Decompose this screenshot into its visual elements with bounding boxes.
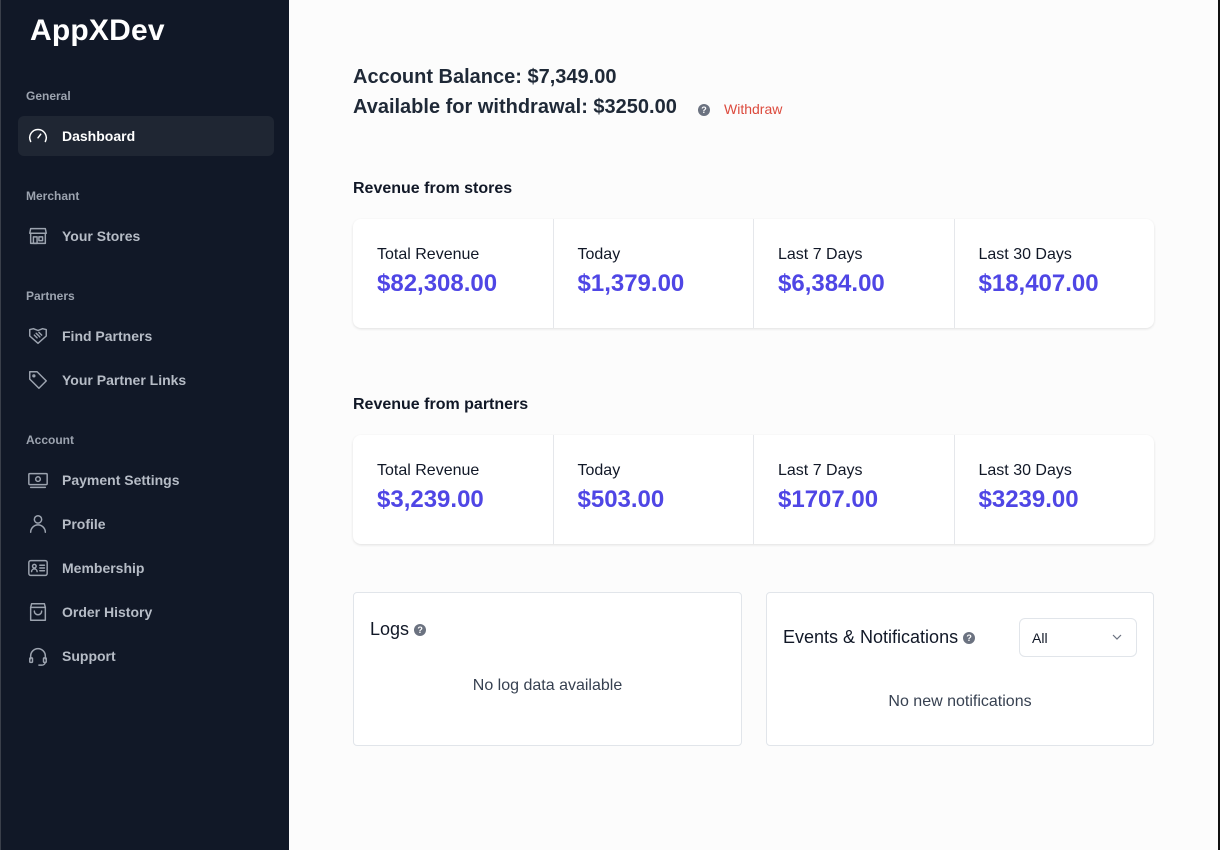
shopping-bag-icon <box>26 600 50 624</box>
stat-value: $503.00 <box>577 486 665 513</box>
sidebar-item-label: Support <box>62 648 116 664</box>
events-empty-message: No new notifications <box>888 693 1032 710</box>
sidebar-item-order-history[interactable]: Order History <box>18 592 274 632</box>
stat-value: $3,239.00 <box>377 486 484 513</box>
events-title-text: Events & Notifications <box>783 627 959 647</box>
account-balance: Account Balance: $7,349.00 <box>353 66 617 88</box>
banknote-icon <box>26 468 50 492</box>
sidebar: AppXDev General Dashboard Merchant Your … <box>0 0 289 850</box>
sidebar-item-label: Dashboard <box>62 128 136 144</box>
help-icon[interactable]: ? <box>414 624 427 637</box>
stat-value: $1707.00 <box>778 486 879 513</box>
available-for-withdrawal: Available for withdrawal: $3250.00 <box>353 96 677 118</box>
stat-label: Today <box>577 246 621 263</box>
sidebar-item-label: Order History <box>62 604 153 620</box>
stat-label: Today <box>577 462 621 479</box>
stat-today: Today $1,379.00 <box>554 219 754 328</box>
events-filter-value: All <box>1032 629 1048 646</box>
stat-today: Today $503.00 <box>554 435 754 544</box>
stat-label: Last 30 Days <box>978 462 1072 479</box>
section-label-general: General <box>26 89 71 103</box>
sidebar-item-your-stores[interactable]: Your Stores <box>18 216 274 256</box>
stat-label: Total Revenue <box>377 462 480 479</box>
stat-value: $82,308.00 <box>377 270 498 297</box>
stat-last-7-days: Last 7 Days $6,384.00 <box>754 219 955 328</box>
chevron-down-icon <box>1112 634 1122 640</box>
logs-panel: Logs ? No log data available <box>353 592 742 746</box>
stat-value: $1,379.00 <box>577 270 685 297</box>
sidebar-item-your-partner-links[interactable]: Your Partner Links <box>18 360 274 400</box>
logs-title: Logs ? <box>370 619 427 640</box>
id-card-icon <box>26 556 50 580</box>
sidebar-item-membership[interactable]: Membership <box>18 548 274 588</box>
tag-icon <box>26 368 50 392</box>
user-icon <box>26 512 50 536</box>
sidebar-item-label: Find Partners <box>62 328 153 344</box>
stat-label: Last 7 Days <box>778 246 863 263</box>
sidebar-item-profile[interactable]: Profile <box>18 504 274 544</box>
sidebar-item-payment-settings[interactable]: Payment Settings <box>18 460 274 500</box>
sidebar-item-label: Membership <box>62 560 145 576</box>
help-icon[interactable]: ? <box>698 104 710 116</box>
stat-value: $6,384.00 <box>778 270 885 297</box>
stat-value: $3239.00 <box>978 486 1079 513</box>
events-filter-select[interactable]: All <box>1019 618 1137 657</box>
stat-label: Total Revenue <box>377 246 480 263</box>
help-icon[interactable]: ? <box>963 632 976 645</box>
stat-total-revenue: Total Revenue $82,308.00 <box>353 219 554 328</box>
withdraw-link[interactable]: Withdraw <box>724 101 782 117</box>
store-icon <box>26 224 50 248</box>
events-panel: Events & Notifications ? All No new noti… <box>766 592 1154 746</box>
handshake-icon <box>26 324 50 348</box>
sidebar-item-label: Your Partner Links <box>62 372 187 388</box>
events-title: Events & Notifications ? <box>783 627 976 648</box>
stat-last-30-days: Last 30 Days $18,407.00 <box>955 219 1155 328</box>
section-label-partners: Partners <box>26 289 75 303</box>
gauge-icon <box>26 124 50 148</box>
stores-revenue-card: Total Revenue $82,308.00 Today $1,379.00… <box>353 219 1154 328</box>
logs-empty-message: No log data available <box>472 677 623 694</box>
sidebar-item-find-partners[interactable]: Find Partners <box>18 316 274 356</box>
logs-title-text: Logs <box>370 619 410 639</box>
stat-last-30-days: Last 30 Days $3239.00 <box>955 435 1155 544</box>
sidebar-item-dashboard[interactable]: Dashboard <box>18 116 274 156</box>
stat-label: Last 30 Days <box>978 246 1072 263</box>
sidebar-item-label: Profile <box>62 516 106 532</box>
stores-revenue-title: Revenue from stores <box>353 180 513 197</box>
headset-icon <box>26 644 50 668</box>
sidebar-item-label: Your Stores <box>62 228 141 244</box>
section-label-merchant: Merchant <box>26 189 80 203</box>
sidebar-item-support[interactable]: Support <box>18 636 274 676</box>
stat-label: Last 7 Days <box>778 462 863 479</box>
stat-value: $18,407.00 <box>978 270 1099 297</box>
app-logo[interactable]: AppXDev <box>30 14 165 48</box>
partners-revenue-title: Revenue from partners <box>353 396 529 413</box>
stat-last-7-days: Last 7 Days $1707.00 <box>754 435 955 544</box>
section-label-account: Account <box>26 433 74 447</box>
partners-revenue-card: Total Revenue $3,239.00 Today $503.00 La… <box>353 435 1154 544</box>
sidebar-item-label: Payment Settings <box>62 472 180 488</box>
stat-total-revenue: Total Revenue $3,239.00 <box>353 435 554 544</box>
